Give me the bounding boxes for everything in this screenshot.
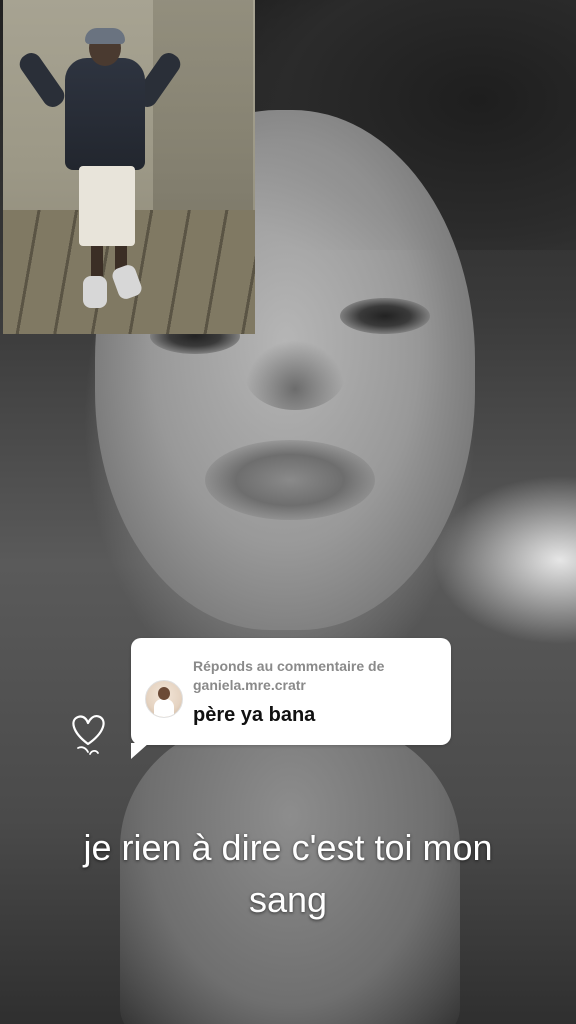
reply-header-label: Réponds au commentaire de bbox=[193, 658, 385, 674]
person-left-leg bbox=[91, 246, 103, 276]
commenter-avatar bbox=[145, 680, 183, 718]
right-eye bbox=[340, 298, 430, 334]
card-tail bbox=[131, 743, 149, 759]
avatar-body bbox=[154, 699, 174, 717]
person-left-arm bbox=[15, 49, 69, 111]
reply-header: Réponds au commentaire de ganiela.mre.cr… bbox=[193, 657, 443, 695]
avatar-head bbox=[158, 687, 170, 700]
reply-to-comment-card[interactable]: Réponds au commentaire de ganiela.mre.cr… bbox=[131, 638, 451, 759]
person-jacket bbox=[65, 58, 145, 170]
person-cap bbox=[85, 28, 125, 44]
nose bbox=[245, 340, 345, 410]
commenter-username: ganiela.mre.cratr bbox=[193, 677, 306, 693]
inset-photo bbox=[3, 0, 255, 334]
reply-comment-text: père ya bana bbox=[193, 704, 316, 726]
caption-line-2: sang bbox=[248, 879, 328, 920]
wall-stain bbox=[153, 0, 253, 220]
video-screen[interactable]: Réponds au commentaire de ganiela.mre.cr… bbox=[0, 0, 576, 1024]
person-shorts bbox=[79, 166, 135, 246]
video-caption: je rien à dire c'est toi mon sang bbox=[0, 822, 576, 926]
heart-doodle-icon bbox=[66, 710, 110, 760]
mouth bbox=[205, 440, 375, 520]
person-left-shoe bbox=[83, 276, 107, 308]
caption-line-1: je rien à dire c'est toi mon bbox=[83, 827, 493, 868]
